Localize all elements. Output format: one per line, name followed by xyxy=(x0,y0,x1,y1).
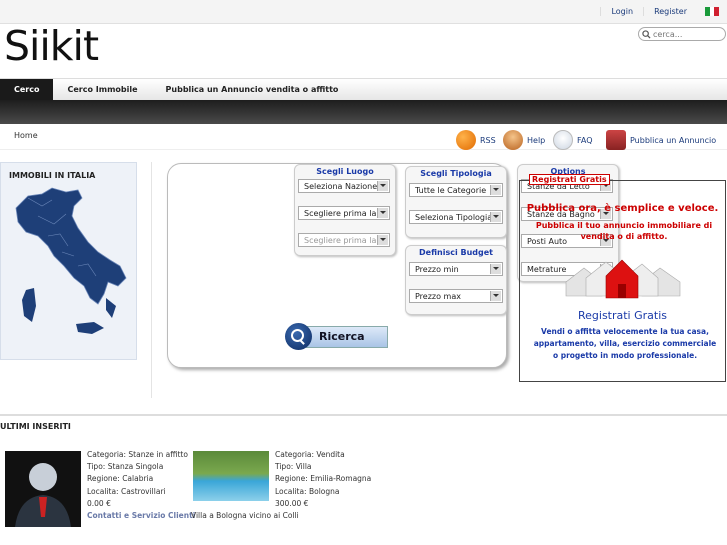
listing-title-link[interactable]: Contatti e Servizio Clienti xyxy=(87,510,195,522)
italy-title: IMMOBILI IN ITALIA xyxy=(9,171,96,180)
help-link[interactable]: Help xyxy=(503,130,545,150)
listing-categoria: Categoria: Vendita xyxy=(275,450,345,459)
chevron-down-icon xyxy=(377,235,388,245)
search-icon xyxy=(642,29,651,39)
tipologia-select[interactable]: Seleziona Tipologia xyxy=(409,210,503,224)
login-link[interactable]: Login xyxy=(600,6,643,16)
listing-card-1: Categoria: Stanze in affitto Tipo: Stanz… xyxy=(87,449,195,522)
tipologia-value: Seleziona Tipologia xyxy=(415,212,493,222)
promo-title: Registrati Gratis xyxy=(577,309,667,322)
search-input[interactable] xyxy=(653,29,723,39)
breadcrumb-home[interactable]: Home xyxy=(14,131,38,140)
houses-icon xyxy=(565,259,681,299)
rss-icon xyxy=(456,130,476,150)
listing-tipo: Tipo: Villa xyxy=(275,462,312,472)
pubblica-label: Pubblica un Annuncio xyxy=(630,135,717,145)
prezzo-max-select[interactable]: Prezzo max xyxy=(409,289,503,303)
listing-tipo: Tipo: Stanza Singola xyxy=(87,462,164,472)
listing-localita: Localita: Bologna xyxy=(275,486,340,496)
regione-select[interactable]: Scegliere prima la N xyxy=(298,206,390,220)
promo-headline: Pubblica ora, è semplice e veloce. xyxy=(526,203,719,214)
section-divider xyxy=(0,414,727,416)
tipologia-box: Scegli Tipologia xyxy=(405,166,507,238)
faq-icon xyxy=(553,130,573,150)
register-link[interactable]: Register xyxy=(643,6,697,16)
pubblica-link[interactable]: Pubblica un Annuncio xyxy=(606,130,716,150)
promo-subtitle: Pubblica il tuo annuncio immobiliare di … xyxy=(535,221,713,241)
chevron-down-icon xyxy=(377,208,388,218)
vertical-divider xyxy=(151,162,152,398)
chevron-down-icon xyxy=(490,264,501,274)
help-label: Help xyxy=(527,135,546,145)
listing-categoria: Categoria: Stanze in affitto xyxy=(87,450,188,459)
rss-label: RSS xyxy=(480,135,496,145)
chevron-down-icon xyxy=(490,291,501,301)
top-links: Login Register xyxy=(600,0,727,22)
chevron-down-icon xyxy=(490,212,501,222)
ricerca-label: Ricerca xyxy=(306,325,388,348)
listing-regione: Regione: Emilia-Romagna xyxy=(275,474,372,484)
main-nav: Cerco Cerco Immobile Pubblica un Annunci… xyxy=(0,78,727,100)
prezzo-min-select[interactable]: Prezzo min xyxy=(409,262,503,276)
ultimi-title: ULTIMI INSERITI xyxy=(0,422,71,431)
listing-localita: Localita: Castrovillari xyxy=(87,486,166,496)
nav-pubblica[interactable]: Pubblica un Annuncio vendita o affitto xyxy=(152,79,353,100)
nav-cerco-immobile[interactable]: Cerco Immobile xyxy=(53,79,151,100)
nazione-value: Seleziona Nazione xyxy=(304,181,378,191)
categorie-select[interactable]: Tutte le Categorie xyxy=(409,183,503,197)
search-box[interactable] xyxy=(638,27,726,41)
register-tag[interactable]: Registrati Gratis xyxy=(529,174,610,185)
listing-image-1[interactable] xyxy=(5,451,81,527)
listing-image-2[interactable] xyxy=(193,451,269,501)
faq-link[interactable]: FAQ xyxy=(553,130,593,150)
tipologia-title: Scegli Tipologia xyxy=(420,169,492,178)
listing-card-2: Categoria: Vendita Tipo: Villa Regione: … xyxy=(275,449,371,510)
italy-flag-icon[interactable] xyxy=(705,6,720,16)
rss-link[interactable]: RSS xyxy=(456,130,496,150)
nav-cerco[interactable]: Cerco xyxy=(0,79,54,100)
provincia-select[interactable]: Scegliere prima la R xyxy=(298,233,390,247)
avatar-icon xyxy=(15,463,71,527)
prezzo-max-value: Prezzo max xyxy=(415,291,461,301)
faq-label: FAQ xyxy=(577,135,593,145)
categorie-value: Tutte le Categorie xyxy=(415,185,487,195)
chevron-down-icon xyxy=(490,185,501,195)
listing-title-link[interactable]: Villa a Bologna vicino ai Colli xyxy=(191,510,299,522)
listing-prezzo: 300.00 € xyxy=(275,498,309,508)
listing-prezzo: 0.00 € xyxy=(87,498,111,508)
search-icon xyxy=(285,323,312,350)
luogo-title: Scegli Luogo xyxy=(316,167,374,176)
book-icon xyxy=(606,130,626,150)
italy-map[interactable] xyxy=(8,186,134,352)
site-logo[interactable]: Siikit xyxy=(4,22,99,70)
nazione-select[interactable]: Seleziona Nazione xyxy=(298,179,390,193)
chevron-down-icon xyxy=(377,181,388,191)
dark-header-bar xyxy=(0,100,727,124)
prezzo-min-value: Prezzo min xyxy=(415,264,459,274)
promo-description: Vendi o affitta velocemente la tua casa,… xyxy=(533,327,717,360)
regione-value: Scegliere prima la N xyxy=(304,208,385,218)
provincia-value: Scegliere prima la R xyxy=(304,235,385,245)
budget-title: Definisci Budget xyxy=(419,248,493,257)
budget-box: Definisci Budget xyxy=(405,245,507,315)
ricerca-button[interactable]: Ricerca xyxy=(285,323,390,350)
listing-regione: Regione: Calabria xyxy=(87,474,154,484)
help-icon xyxy=(503,130,523,150)
